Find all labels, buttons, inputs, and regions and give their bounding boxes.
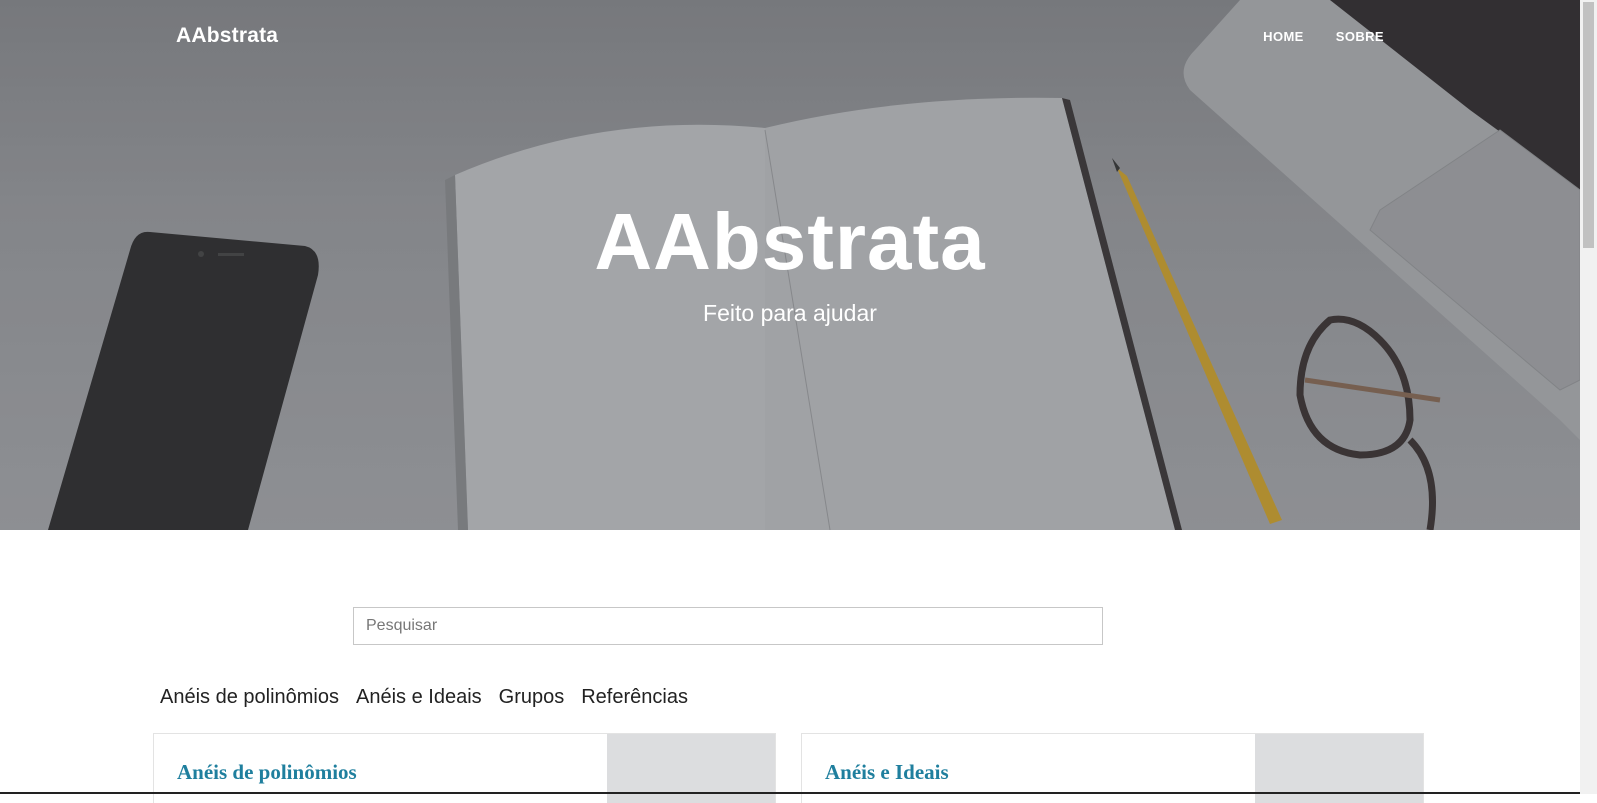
post-card-title[interactable]: Anéis e Ideais (825, 760, 949, 785)
category-referencias[interactable]: Referências (581, 686, 688, 709)
category-aneis-e-ideais[interactable]: Anéis e Ideais (356, 686, 482, 709)
page-scrollbar[interactable] (1580, 0, 1597, 794)
search-input[interactable] (353, 607, 1103, 645)
hero-banner: AAbstrata HOME SOBRE AAbstrata Feito par… (0, 0, 1580, 530)
nav-sobre-link[interactable]: SOBRE (1336, 29, 1384, 44)
nav-home-link[interactable]: HOME (1263, 29, 1304, 44)
category-links: Anéis de polinômios Anéis e Ideais Grupo… (160, 686, 688, 709)
scrollbar-thumb[interactable] (1583, 2, 1594, 248)
brand-logo-link[interactable]: AAbstrata (176, 24, 278, 48)
category-grupos[interactable]: Grupos (499, 686, 565, 709)
category-aneis-de-polinomios[interactable]: Anéis de polinômios (160, 686, 339, 709)
main-nav: HOME SOBRE (1263, 29, 1384, 44)
hero-subtitle: Feito para ajudar (703, 300, 877, 326)
hero-title: AAbstrata (594, 197, 986, 286)
post-card-title[interactable]: Anéis de polinômios (177, 760, 357, 785)
